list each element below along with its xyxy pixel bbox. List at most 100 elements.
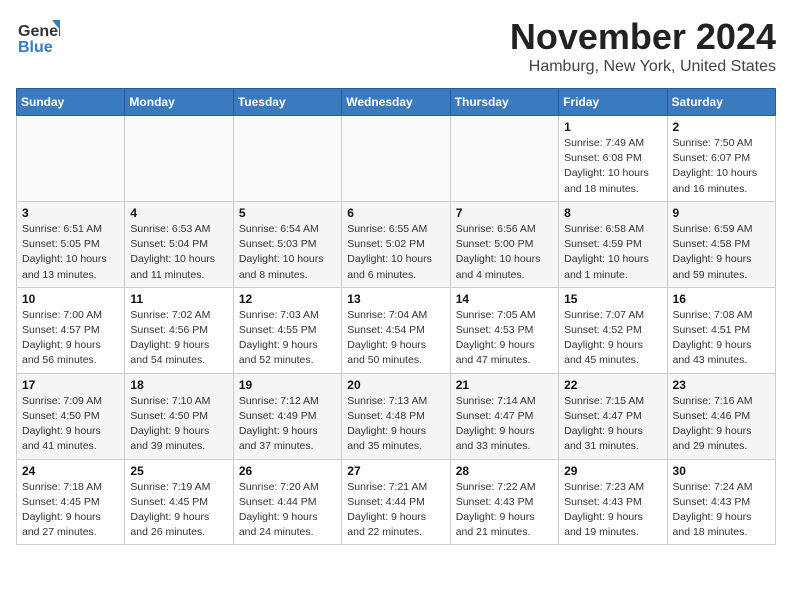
calendar-cell: 30 Sunrise: 7:24 AM Sunset: 4:43 PM Dayli… (667, 459, 775, 545)
day-number: 28 (456, 464, 553, 478)
day-number: 21 (456, 378, 553, 392)
calendar-cell: 1 Sunrise: 7:49 AM Sunset: 6:08 PM Daylig… (559, 116, 667, 202)
calendar-cell: 22 Sunrise: 7:15 AM Sunset: 4:47 PM Dayli… (559, 373, 667, 459)
weekday-header-saturday: Saturday (667, 89, 775, 116)
day-number: 24 (22, 464, 119, 478)
day-number: 14 (456, 292, 553, 306)
day-info: Sunrise: 7:12 AM Sunset: 4:49 PM Dayligh… (239, 394, 336, 455)
day-number: 4 (130, 206, 227, 220)
day-info: Sunrise: 7:08 AM Sunset: 4:51 PM Dayligh… (673, 308, 770, 369)
day-info: Sunrise: 7:09 AM Sunset: 4:50 PM Dayligh… (22, 394, 119, 455)
day-number: 25 (130, 464, 227, 478)
location-title: Hamburg, New York, United States (510, 58, 776, 76)
calendar-cell: 15 Sunrise: 7:07 AM Sunset: 4:52 PM Dayli… (559, 287, 667, 373)
day-number: 15 (564, 292, 661, 306)
svg-text:Blue: Blue (18, 39, 53, 56)
day-number: 9 (673, 206, 770, 220)
calendar-cell: 16Sunrise: 7:08 AM Sunset: 4:51 PM Dayli… (667, 287, 775, 373)
day-number: 12 (239, 292, 336, 306)
calendar-cell: 26 Sunrise: 7:20 AM Sunset: 4:44 PM Dayli… (233, 459, 341, 545)
day-info: Sunrise: 7:49 AM Sunset: 6:08 PM Dayligh… (564, 136, 661, 197)
calendar-cell: 7Sunrise: 6:56 AM Sunset: 5:00 PM Daylig… (450, 201, 558, 287)
day-number: 22 (564, 378, 661, 392)
day-info: Sunrise: 7:20 AM Sunset: 4:44 PM Dayligh… (239, 480, 336, 541)
week-row-2: 3Sunrise: 6:51 AM Sunset: 5:05 PM Daylig… (17, 201, 776, 287)
day-number: 23 (673, 378, 770, 392)
day-number: 26 (239, 464, 336, 478)
calendar-cell (342, 116, 450, 202)
calendar-cell: 6Sunrise: 6:55 AM Sunset: 5:02 PM Daylig… (342, 201, 450, 287)
calendar-cell: 5 Sunrise: 6:54 AM Sunset: 5:03 PM Daylig… (233, 201, 341, 287)
day-number: 19 (239, 378, 336, 392)
calendar-header: SundayMondayTuesdayWednesdayThursdayFrid… (17, 89, 776, 116)
calendar-table: SundayMondayTuesdayWednesdayThursdayFrid… (16, 88, 776, 545)
day-info: Sunrise: 7:04 AM Sunset: 4:54 PM Dayligh… (347, 308, 444, 369)
week-row-1: 1 Sunrise: 7:49 AM Sunset: 6:08 PM Daylig… (17, 116, 776, 202)
calendar-cell: 13 Sunrise: 7:04 AM Sunset: 4:54 PM Dayli… (342, 287, 450, 373)
day-number: 18 (130, 378, 227, 392)
weekday-header-row: SundayMondayTuesdayWednesdayThursdayFrid… (17, 89, 776, 116)
week-row-4: 17Sunrise: 7:09 AM Sunset: 4:50 PM Dayli… (17, 373, 776, 459)
weekday-header-sunday: Sunday (17, 89, 125, 116)
weekday-header-monday: Monday (125, 89, 233, 116)
calendar-cell: 12 Sunrise: 7:03 AM Sunset: 4:55 PM Dayli… (233, 287, 341, 373)
calendar-cell (450, 116, 558, 202)
day-number: 6 (347, 206, 444, 220)
calendar-cell: 24 Sunrise: 7:18 AM Sunset: 4:45 PM Dayli… (17, 459, 125, 545)
day-info: Sunrise: 7:10 AM Sunset: 4:50 PM Dayligh… (130, 394, 227, 455)
day-number: 1 (564, 120, 661, 134)
day-number: 30 (673, 464, 770, 478)
day-info: Sunrise: 7:03 AM Sunset: 4:55 PM Dayligh… (239, 308, 336, 369)
day-number: 27 (347, 464, 444, 478)
logo-icon: General Blue (16, 16, 60, 60)
day-info: Sunrise: 7:21 AM Sunset: 4:44 PM Dayligh… (347, 480, 444, 541)
calendar-cell: 29Sunrise: 7:23 AM Sunset: 4:43 PM Dayli… (559, 459, 667, 545)
day-info: Sunrise: 7:19 AM Sunset: 4:45 PM Dayligh… (130, 480, 227, 541)
day-number: 13 (347, 292, 444, 306)
calendar-cell: 20Sunrise: 7:13 AM Sunset: 4:48 PM Dayli… (342, 373, 450, 459)
month-title: November 2024 (510, 16, 776, 58)
weekday-header-friday: Friday (559, 89, 667, 116)
weekday-header-wednesday: Wednesday (342, 89, 450, 116)
day-number: 2 (673, 120, 770, 134)
day-info: Sunrise: 6:58 AM Sunset: 4:59 PM Dayligh… (564, 222, 661, 283)
calendar-cell: 19 Sunrise: 7:12 AM Sunset: 4:49 PM Dayli… (233, 373, 341, 459)
calendar-cell: 27 Sunrise: 7:21 AM Sunset: 4:44 PM Dayli… (342, 459, 450, 545)
calendar-cell (17, 116, 125, 202)
day-number: 11 (130, 292, 227, 306)
calendar-cell (125, 116, 233, 202)
day-info: Sunrise: 7:18 AM Sunset: 4:45 PM Dayligh… (22, 480, 119, 541)
calendar-cell: 21 Sunrise: 7:14 AM Sunset: 4:47 PM Dayli… (450, 373, 558, 459)
day-info: Sunrise: 7:05 AM Sunset: 4:53 PM Dayligh… (456, 308, 553, 369)
day-info: Sunrise: 7:15 AM Sunset: 4:47 PM Dayligh… (564, 394, 661, 455)
calendar-cell: 14 Sunrise: 7:05 AM Sunset: 4:53 PM Dayli… (450, 287, 558, 373)
week-row-3: 10 Sunrise: 7:00 AM Sunset: 4:57 PM Dayli… (17, 287, 776, 373)
calendar-cell: 3Sunrise: 6:51 AM Sunset: 5:05 PM Daylig… (17, 201, 125, 287)
weekday-header-thursday: Thursday (450, 89, 558, 116)
calendar-cell: 11Sunrise: 7:02 AM Sunset: 4:56 PM Dayli… (125, 287, 233, 373)
calendar-cell: 9Sunrise: 6:59 AM Sunset: 4:58 PM Daylig… (667, 201, 775, 287)
calendar-cell: 8 Sunrise: 6:58 AM Sunset: 4:59 PM Daylig… (559, 201, 667, 287)
day-number: 10 (22, 292, 119, 306)
day-number: 8 (564, 206, 661, 220)
day-info: Sunrise: 7:23 AM Sunset: 4:43 PM Dayligh… (564, 480, 661, 541)
day-info: Sunrise: 7:16 AM Sunset: 4:46 PM Dayligh… (673, 394, 770, 455)
day-info: Sunrise: 6:56 AM Sunset: 5:00 PM Dayligh… (456, 222, 553, 283)
week-row-5: 24 Sunrise: 7:18 AM Sunset: 4:45 PM Dayli… (17, 459, 776, 545)
day-info: Sunrise: 7:07 AM Sunset: 4:52 PM Dayligh… (564, 308, 661, 369)
title-section: November 2024 Hamburg, New York, United … (510, 16, 776, 76)
day-info: Sunrise: 6:53 AM Sunset: 5:04 PM Dayligh… (130, 222, 227, 283)
day-info: Sunrise: 7:24 AM Sunset: 4:43 PM Dayligh… (673, 480, 770, 541)
day-info: Sunrise: 7:00 AM Sunset: 4:57 PM Dayligh… (22, 308, 119, 369)
day-info: Sunrise: 7:50 AM Sunset: 6:07 PM Dayligh… (673, 136, 770, 197)
day-number: 3 (22, 206, 119, 220)
day-info: Sunrise: 7:14 AM Sunset: 4:47 PM Dayligh… (456, 394, 553, 455)
calendar-cell (233, 116, 341, 202)
calendar-body: 1 Sunrise: 7:49 AM Sunset: 6:08 PM Daylig… (17, 116, 776, 545)
day-info: Sunrise: 6:54 AM Sunset: 5:03 PM Dayligh… (239, 222, 336, 283)
svg-text:General: General (18, 23, 60, 40)
calendar-cell: 10 Sunrise: 7:00 AM Sunset: 4:57 PM Dayli… (17, 287, 125, 373)
logo: General Blue (16, 16, 60, 60)
day-number: 5 (239, 206, 336, 220)
day-info: Sunrise: 7:13 AM Sunset: 4:48 PM Dayligh… (347, 394, 444, 455)
